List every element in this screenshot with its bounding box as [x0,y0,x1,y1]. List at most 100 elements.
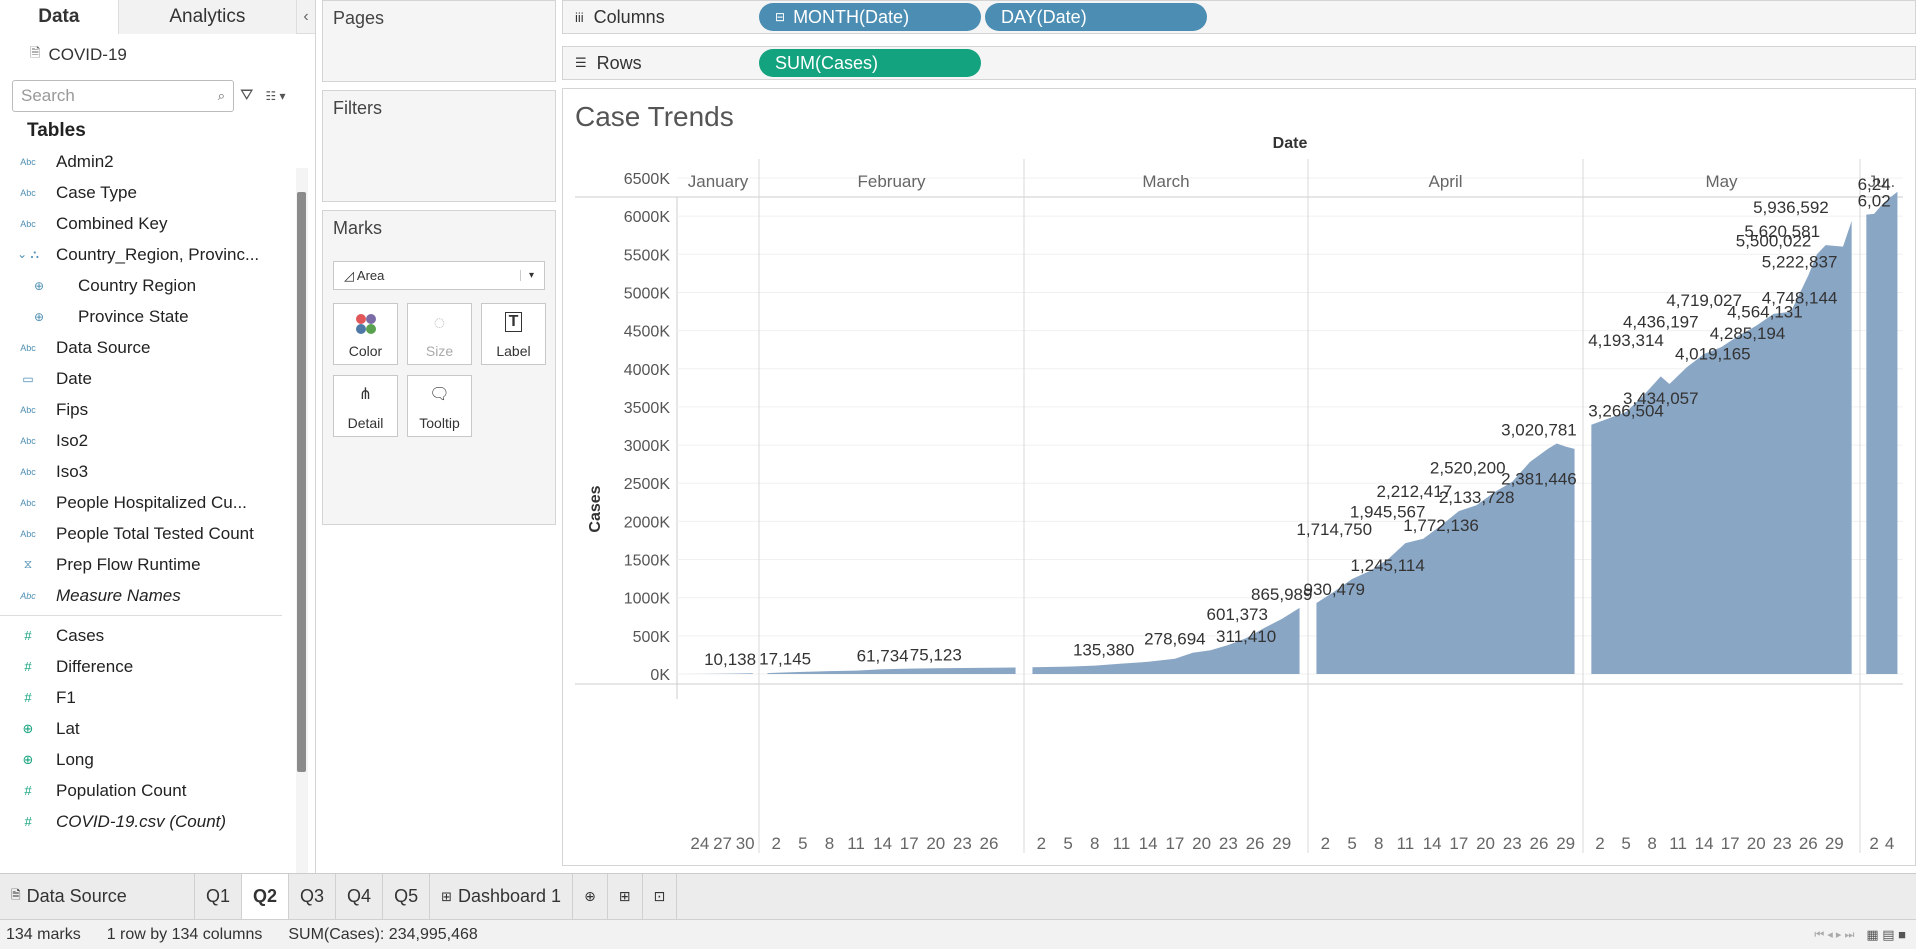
day-date-pill[interactable]: DAY(Date) [985,3,1207,31]
data-label: 10,138 [704,650,756,669]
datasource-icon: 🗎 [11,888,21,902]
data-pane: Data Analytics ‹ 🗎 COVID-19 Search ⌕ ⛛ ☷… [0,0,316,873]
measure-item[interactable]: ⊕ Long [0,744,290,775]
measure-item[interactable]: # Cases [0,620,290,651]
filters-title: Filters [333,98,382,118]
x-tick-label: 11 [1397,834,1415,853]
month-header: May [1705,172,1738,191]
field-item[interactable]: Abc Admin2 [0,146,290,177]
new-worksheet-icon[interactable]: ⊕ [573,873,608,920]
mark-type-dropdown[interactable]: ◿ Area ▾ [333,261,545,290]
status-bar: 134 marks 1 row by 134 columns SUM(Cases… [0,919,1916,949]
measure-item[interactable]: # Population Count [0,775,290,806]
data-label: 6,24 [1858,175,1891,194]
data-label: 1,714,750 [1296,520,1372,539]
measure-item[interactable]: # F1 [0,682,290,713]
tab-sheet-q3[interactable]: Q3 [289,873,337,920]
data-label: 4,719,027 [1666,291,1742,310]
field-item[interactable]: Abc Measure Names [0,580,290,611]
hierarchy-icon: ⌄ ⛬ [17,247,39,261]
rows-shelf[interactable]: ☰ Rows SUM(Cases) [562,46,1916,80]
field-item[interactable]: Abc Combined Key [0,208,290,239]
x-tick-label: 23 [1503,834,1522,853]
x-tick-label: 5 [1063,834,1072,853]
tab-data-source[interactable]: 🗎 Data Source [0,873,195,920]
y-tick-label: 0K [650,667,670,684]
string-type-icon: Abc [20,497,36,508]
sheet-tab-bar: 🗎 Data Source Q1 Q2 Q3 Q4 Q5 ⊞ Dashboard 1 ⊕ ⊞… [0,873,1916,920]
size-label: Size [425,343,454,359]
field-item[interactable]: Abc Data Source [0,332,290,363]
datasource-item[interactable]: 🗎 COVID-19 [0,34,315,76]
field-label: Iso3 [56,461,89,481]
field-divider [0,615,282,616]
label-button[interactable]: T Label [481,303,546,365]
x-tick-label: 17 [1165,834,1184,853]
month-date-pill-label: MONTH(Date) [793,6,910,27]
view-options-icon[interactable]: ☷ ▾ [265,89,285,103]
tab-analytics[interactable]: Analytics [117,0,298,34]
measure-item[interactable]: ⊕ Lat [0,713,290,744]
measure-item[interactable]: # COVID-19.csv (Count) [0,806,290,837]
area-icon: ◿ Area [344,267,385,283]
x-tick-label: 27 [713,834,732,853]
field-label: Measure Names [56,585,181,605]
pages-card[interactable]: Pages [322,0,556,82]
string-type-icon: Abc [20,404,36,415]
x-tick-label: 20 [1476,834,1495,853]
number-type-icon: # [24,783,32,798]
x-tick-label: 23 [1773,834,1792,853]
new-story-icon[interactable]: ⊡ [643,873,678,920]
view-toggle-icon[interactable]: ▦ ▤ ■ [1866,927,1906,943]
field-label: Data Source [56,337,151,357]
tab-data[interactable]: Data [0,0,118,34]
y-axis-label: Cases [587,485,604,532]
measure-item[interactable]: # Difference [0,651,290,682]
field-item[interactable]: Abc Iso2 [0,425,290,456]
x-tick-label: 5 [1621,834,1630,853]
field-item[interactable]: Abc Case Type [0,177,290,208]
size-button[interactable]: ◌ Size [407,303,472,365]
field-item[interactable]: Abc People Total Tested Count [0,518,290,549]
x-tick-label: 4 [1885,834,1894,853]
filters-card[interactable]: Filters [322,90,556,202]
detail-button[interactable]: ⋔ Detail [333,375,398,437]
cards-column: Pages Filters Marks ◿ Area ▾ Color ◌ Siz… [322,0,556,873]
columns-label: Columns [593,6,665,27]
columns-icon: iii [575,9,584,25]
color-button[interactable]: Color [333,303,398,365]
field-item[interactable]: ▭ Date [0,363,290,394]
data-label: 4,193,314 [1588,331,1664,350]
tab-sheet-q2[interactable]: Q2 [242,873,290,920]
x-tick-label: 23 [1219,834,1238,853]
search-input[interactable]: Search ⌕ [12,80,234,112]
tab-sheet-q1[interactable]: Q1 [195,873,243,920]
field-item[interactable]: ⧖ Prep Flow Runtime [0,549,290,580]
filter-icon[interactable]: ⛛ [240,87,253,105]
field-item[interactable]: Abc People Hospitalized Cu... [0,487,290,518]
columns-shelf[interactable]: iii Columns ⊟ MONTH(Date) DAY(Date) [562,0,1916,34]
x-tick-label: 26 [1529,834,1548,853]
nav-first-icon[interactable]: ⏮ ◂ ▸ ⏭ [1814,928,1854,942]
field-label: People Hospitalized Cu... [56,492,247,512]
detail-label: Detail [347,415,384,431]
month-date-pill[interactable]: ⊟ MONTH(Date) [759,3,981,31]
field-item[interactable]: Abc Iso3 [0,456,290,487]
field-item[interactable]: ⊕ Country Region [0,270,290,301]
field-label: Combined Key [56,213,168,233]
y-tick-label: 1500K [624,553,671,570]
field-item[interactable]: Abc Fips [0,394,290,425]
tooltip-button[interactable]: 🗨 Tooltip [407,375,472,437]
y-tick-label: 6000K [624,209,671,226]
collapse-pane-icon[interactable]: ‹ [297,0,315,33]
scrollbar-thumb[interactable] [297,192,306,772]
field-label: Prep Flow Runtime [56,554,201,574]
tab-dashboard[interactable]: ⊞ Dashboard 1 [430,873,574,920]
tab-sheet-q5[interactable]: Q5 [383,873,431,920]
tab-sheet-q4[interactable]: Q4 [336,873,384,920]
field-item[interactable]: ⊕ Province State [0,301,290,332]
sum-cases-pill[interactable]: SUM(Cases) [759,49,981,77]
field-item[interactable]: ⌄ ⛬ Country_Region, Provinc... [0,239,290,270]
new-dashboard-icon[interactable]: ⊞ [608,873,643,920]
measure-item[interactable]: ⊕Latitude (generated) [0,837,290,840]
